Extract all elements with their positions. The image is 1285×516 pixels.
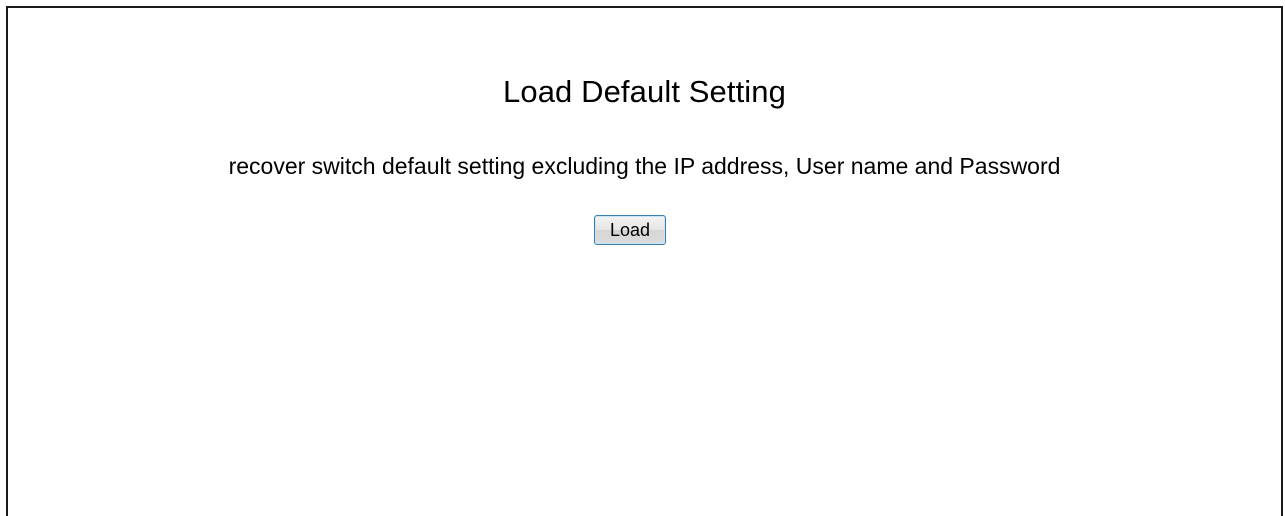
page-description: recover switch default setting excluding…	[228, 153, 1061, 179]
load-default-panel: Load Default Setting recover switch defa…	[6, 6, 1283, 516]
page-title: Load Default Setting	[503, 74, 786, 109]
load-button[interactable]: Load	[594, 215, 666, 245]
